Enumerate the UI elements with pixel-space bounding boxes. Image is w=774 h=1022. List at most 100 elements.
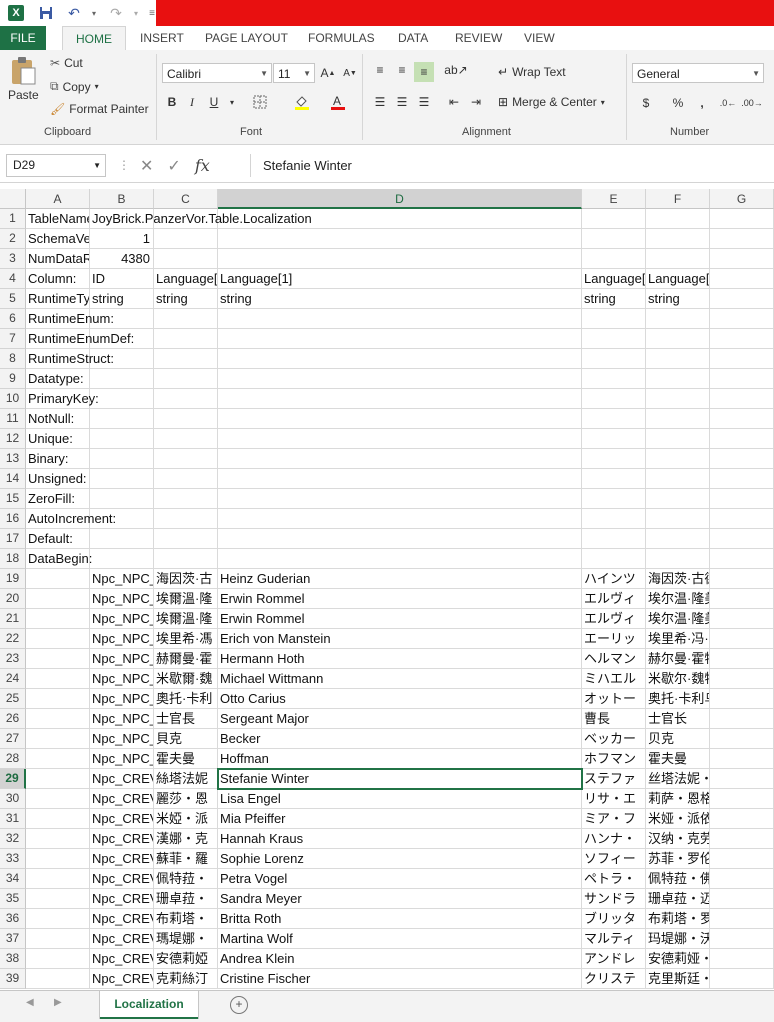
cell-e5[interactable]: string (582, 289, 646, 309)
percent-icon[interactable]: % (668, 93, 688, 113)
cell-g16[interactable] (710, 509, 774, 529)
cell-g4[interactable] (710, 269, 774, 289)
cell-f38[interactable]: 安德莉娅・克莱恩 (646, 949, 710, 969)
cell-b27[interactable]: Npc_NPC_ (90, 729, 154, 749)
cell-a8[interactable]: RuntimeStruct: (26, 349, 114, 369)
cell-g20[interactable] (710, 589, 774, 609)
cell-f25[interactable]: 奥托·卡利乌斯 (646, 689, 710, 709)
row-header[interactable]: 4 (0, 269, 26, 289)
column-header-d[interactable]: D (218, 189, 582, 209)
cell-f28[interactable]: 霍夫曼 (646, 749, 710, 769)
cell-g15[interactable] (710, 489, 774, 509)
cell-c27[interactable]: 貝克 (154, 729, 218, 749)
cell-e33[interactable]: ソフィー (582, 849, 646, 869)
cell-c9[interactable] (154, 369, 218, 389)
cell-f16[interactable] (646, 509, 710, 529)
cell-g24[interactable] (710, 669, 774, 689)
cell-e22[interactable]: エーリッ (582, 629, 646, 649)
row-header[interactable]: 25 (0, 689, 26, 709)
cell-b24[interactable]: Npc_NPC_ (90, 669, 154, 689)
cell-f20[interactable]: 埃尔温·隆美尔 (646, 589, 710, 609)
cell-a2[interactable]: SchemaVersion (26, 229, 90, 249)
cell-c18[interactable] (154, 549, 218, 569)
cell-e19[interactable]: ハインツ (582, 569, 646, 589)
cell-g38[interactable] (710, 949, 774, 969)
cell-d38[interactable]: Andrea Klein (218, 949, 582, 969)
cell-f19[interactable]: 海因茨·古德林 (646, 569, 710, 589)
cell-e21[interactable]: エルヴィ (582, 609, 646, 629)
align-center-icon[interactable]: ☰ (392, 92, 412, 112)
cell-a9[interactable]: Datatype: (26, 369, 90, 389)
increase-font-icon[interactable]: A ▲ (318, 63, 338, 83)
cell-g2[interactable] (710, 229, 774, 249)
cell-b21[interactable]: Npc_NPC_ (90, 609, 154, 629)
cell-g39[interactable] (710, 969, 774, 989)
cell-c19[interactable]: 海因茨·古 (154, 569, 218, 589)
currency-icon[interactable]: $ (636, 93, 656, 113)
decrease-indent-icon[interactable]: ⇤ (444, 92, 464, 112)
cell-b39[interactable]: Npc_CREV (90, 969, 154, 989)
cell-f24[interactable]: 米歇尔·魏特曼 (646, 669, 710, 689)
cell-c28[interactable]: 霍夫曼 (154, 749, 218, 769)
cell-d23[interactable]: Hermann Hoth (218, 649, 582, 669)
cell-d34[interactable]: Petra Vogel (218, 869, 582, 889)
cell-f33[interactable]: 苏菲・罗伦茨 (646, 849, 710, 869)
cell-d5[interactable]: string (218, 289, 582, 309)
cell-c36[interactable]: 布莉塔・ (154, 909, 218, 929)
cell-d36[interactable]: Britta Roth (218, 909, 582, 929)
cell-a7[interactable]: RuntimeEnumDef: (26, 329, 134, 349)
cell-e20[interactable]: エルヴィ (582, 589, 646, 609)
cell-f37[interactable]: 玛堤娜・沃夫 (646, 929, 710, 949)
cell-a22[interactable] (26, 629, 90, 649)
cell-f34[interactable]: 佩特菈・佛格 (646, 869, 710, 889)
cell-e16[interactable] (582, 509, 646, 529)
cell-e13[interactable] (582, 449, 646, 469)
cell-c21[interactable]: 埃爾溫·隆 (154, 609, 218, 629)
cell-g26[interactable] (710, 709, 774, 729)
column-header-f[interactable]: F (646, 189, 710, 209)
tab-review[interactable]: REVIEW (455, 26, 502, 50)
cell-g31[interactable] (710, 809, 774, 829)
cell-d6[interactable] (218, 309, 582, 329)
format-painter-button[interactable]: 🖌 Format Painter (50, 102, 149, 116)
increase-indent-icon[interactable]: ⇥ (466, 92, 486, 112)
align-right-icon[interactable]: ☰ (414, 92, 434, 112)
add-sheet-icon[interactable]: + (230, 996, 248, 1014)
cell-b34[interactable]: Npc_CREV (90, 869, 154, 889)
cell-c14[interactable] (154, 469, 218, 489)
tab-data[interactable]: DATA (398, 26, 428, 50)
cell-e37[interactable]: マルティ (582, 929, 646, 949)
cell-d26[interactable]: Sergeant Major (218, 709, 582, 729)
row-header[interactable]: 11 (0, 409, 26, 429)
cell-e11[interactable] (582, 409, 646, 429)
enter-icon[interactable]: ✓ (167, 156, 180, 176)
cell-f8[interactable] (646, 349, 710, 369)
cell-b19[interactable]: Npc_NPC_ (90, 569, 154, 589)
insert-function-icon[interactable]: fx (195, 156, 210, 175)
row-header[interactable]: 3 (0, 249, 26, 269)
cell-g27[interactable] (710, 729, 774, 749)
cell-g33[interactable] (710, 849, 774, 869)
cell-f21[interactable]: 埃尔温·隆美尔 (646, 609, 710, 629)
row-header[interactable]: 22 (0, 629, 26, 649)
cell-c6[interactable] (154, 309, 218, 329)
cell-b10[interactable] (90, 389, 154, 409)
cell-e3[interactable] (582, 249, 646, 269)
cell-g14[interactable] (710, 469, 774, 489)
cell-a27[interactable] (26, 729, 90, 749)
cell-a17[interactable]: Default: (26, 529, 90, 549)
cell-b38[interactable]: Npc_CREV (90, 949, 154, 969)
font-color-icon[interactable]: A (328, 92, 348, 112)
font-name-select[interactable]: Calibri ▼ (162, 63, 272, 83)
cell-d22[interactable]: Erich von Manstein (218, 629, 582, 649)
cell-e26[interactable]: 曹長 (582, 709, 646, 729)
cell-d31[interactable]: Mia Pfeiffer (218, 809, 582, 829)
tab-formulas[interactable]: FORMULAS (308, 26, 375, 50)
cell-d37[interactable]: Martina Wolf (218, 929, 582, 949)
cell-a13[interactable]: Binary: (26, 449, 90, 469)
sheet-tab-localization[interactable]: Localization (100, 991, 198, 1019)
cell-f35[interactable]: 珊卓菈・迈尔 (646, 889, 710, 909)
cell-a28[interactable] (26, 749, 90, 769)
tab-home[interactable]: HOME (62, 26, 126, 52)
column-header-c[interactable]: C (154, 189, 218, 209)
